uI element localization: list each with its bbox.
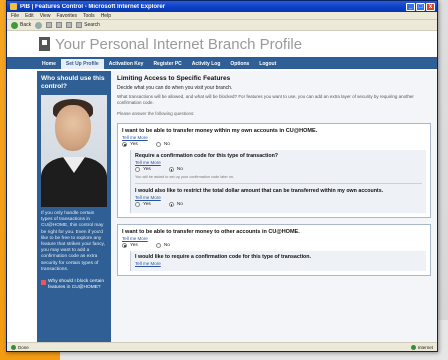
menu-bar: File Edit View Favorites Tools Help: [7, 12, 437, 20]
title-bar: PIB | Features Control - Microsoft Inter…: [7, 1, 437, 12]
radio-yes[interactable]: Yes: [122, 142, 138, 147]
radio-group: Yes No: [122, 142, 426, 147]
stop-icon[interactable]: [46, 22, 53, 28]
questions-prompt: Please answer the following questions:: [117, 111, 195, 116]
tell-me-more-link[interactable]: Tell me More: [122, 135, 426, 140]
confirmation-hint: You will be asked to set up your confirm…: [135, 175, 235, 179]
nav-bar: Home Set Up Profile Activation Key Regis…: [7, 59, 437, 69]
nav-home[interactable]: Home: [37, 59, 61, 69]
question-transfer-own: I want to be able to transfer money with…: [117, 123, 431, 218]
nav-register-pc[interactable]: Register PC: [148, 59, 186, 69]
radio-yes[interactable]: Yes: [122, 243, 138, 248]
menu-view[interactable]: View: [40, 13, 51, 19]
site-header: Your Personal Internet Branch Profile: [7, 31, 437, 59]
minimize-button[interactable]: _: [406, 2, 415, 11]
info-icon: [41, 280, 46, 286]
forward-arrow-icon[interactable]: [35, 21, 43, 29]
radio-yes[interactable]: Yes: [135, 167, 151, 172]
nav-options[interactable]: Options: [225, 59, 254, 69]
subquestion-title: I would like to require a confirmation c…: [135, 254, 311, 260]
toolbar: Back Search: [7, 20, 437, 31]
status-left: Done: [11, 344, 29, 350]
internet-zone-icon: [410, 344, 416, 350]
brand-logo-icon: [39, 37, 50, 51]
page-icon: [11, 344, 16, 350]
nav-activation-key[interactable]: Activation Key: [104, 59, 149, 69]
main-panel: Limiting Access to Specific Features Dec…: [111, 71, 437, 343]
why-block-link[interactable]: Why should I block certain features in C…: [41, 279, 107, 291]
radio-no[interactable]: No: [168, 167, 183, 172]
close-button[interactable]: x: [426, 2, 435, 11]
subquestion-confirmation: Require a confirmation code for this typ…: [130, 150, 426, 213]
home-icon[interactable]: [66, 22, 73, 28]
tell-me-more-link[interactable]: Tell me More: [135, 195, 422, 200]
subquestion-title: I would also like to restrict the total …: [135, 188, 384, 194]
back-button[interactable]: Back: [11, 21, 31, 29]
back-arrow-icon: [11, 21, 18, 29]
menu-help[interactable]: Help: [101, 13, 111, 19]
site-title: Your Personal Internet Branch Profile: [55, 35, 303, 53]
ie-app-icon: [10, 3, 17, 10]
tell-me-more-link[interactable]: Tell me More: [135, 160, 422, 165]
tell-me-more-link[interactable]: Tell me More: [122, 236, 426, 241]
window-title: PIB | Features Control - Microsoft Inter…: [20, 3, 166, 10]
subquestion-title: Require a confirmation code for this typ…: [135, 153, 279, 159]
radio-no[interactable]: No: [168, 202, 183, 207]
sidebar-heading: Who should use this control?: [41, 75, 105, 90]
menu-file[interactable]: File: [11, 13, 19, 19]
page-note: What transactions will be allowed, and w…: [117, 94, 414, 105]
content-area: Who should use this control? If you only…: [37, 71, 437, 343]
radio-no[interactable]: No: [155, 142, 170, 147]
menu-edit[interactable]: Edit: [25, 13, 34, 19]
page-title: Limiting Access to Specific Features: [117, 75, 231, 82]
radio-no[interactable]: No: [155, 243, 170, 248]
question-title: I want to be able to transfer money with…: [122, 128, 318, 134]
advisor-photo: [41, 95, 107, 207]
tell-me-more-link[interactable]: Tell me More: [135, 261, 422, 266]
web-page: Your Personal Internet Branch Profile Ho…: [7, 31, 437, 343]
radio-group: Yes No: [135, 202, 422, 207]
radio-group: Yes No: [122, 243, 426, 248]
status-zone: Internet: [410, 344, 433, 350]
radio-yes[interactable]: Yes: [135, 202, 151, 207]
nav-activity-log[interactable]: Activity Log: [187, 59, 226, 69]
radio-group: Yes No: [135, 167, 422, 172]
sidebar-body: If you only handle certain types of tran…: [41, 211, 105, 272]
maximize-button[interactable]: □: [416, 2, 425, 11]
subquestion-confirmation: I would like to require a confirmation c…: [130, 251, 426, 271]
status-bar: Done Internet: [7, 342, 437, 351]
nav-logout[interactable]: Logout: [254, 59, 281, 69]
menu-favorites[interactable]: Favorites: [56, 13, 77, 19]
page-subtitle: Decide what you can do when you visit yo…: [117, 85, 233, 91]
nav-set-up-profile[interactable]: Set Up Profile: [60, 59, 104, 69]
question-title: I want to be able to transfer money to o…: [122, 229, 300, 235]
search-icon: [76, 22, 83, 28]
refresh-icon[interactable]: [56, 22, 63, 28]
question-transfer-other: I want to be able to transfer money to o…: [117, 224, 431, 276]
browser-window: PIB | Features Control - Microsoft Inter…: [6, 0, 438, 352]
search-button[interactable]: Search: [76, 22, 100, 28]
help-sidebar: Who should use this control? If you only…: [37, 71, 111, 343]
menu-tools[interactable]: Tools: [83, 13, 95, 19]
